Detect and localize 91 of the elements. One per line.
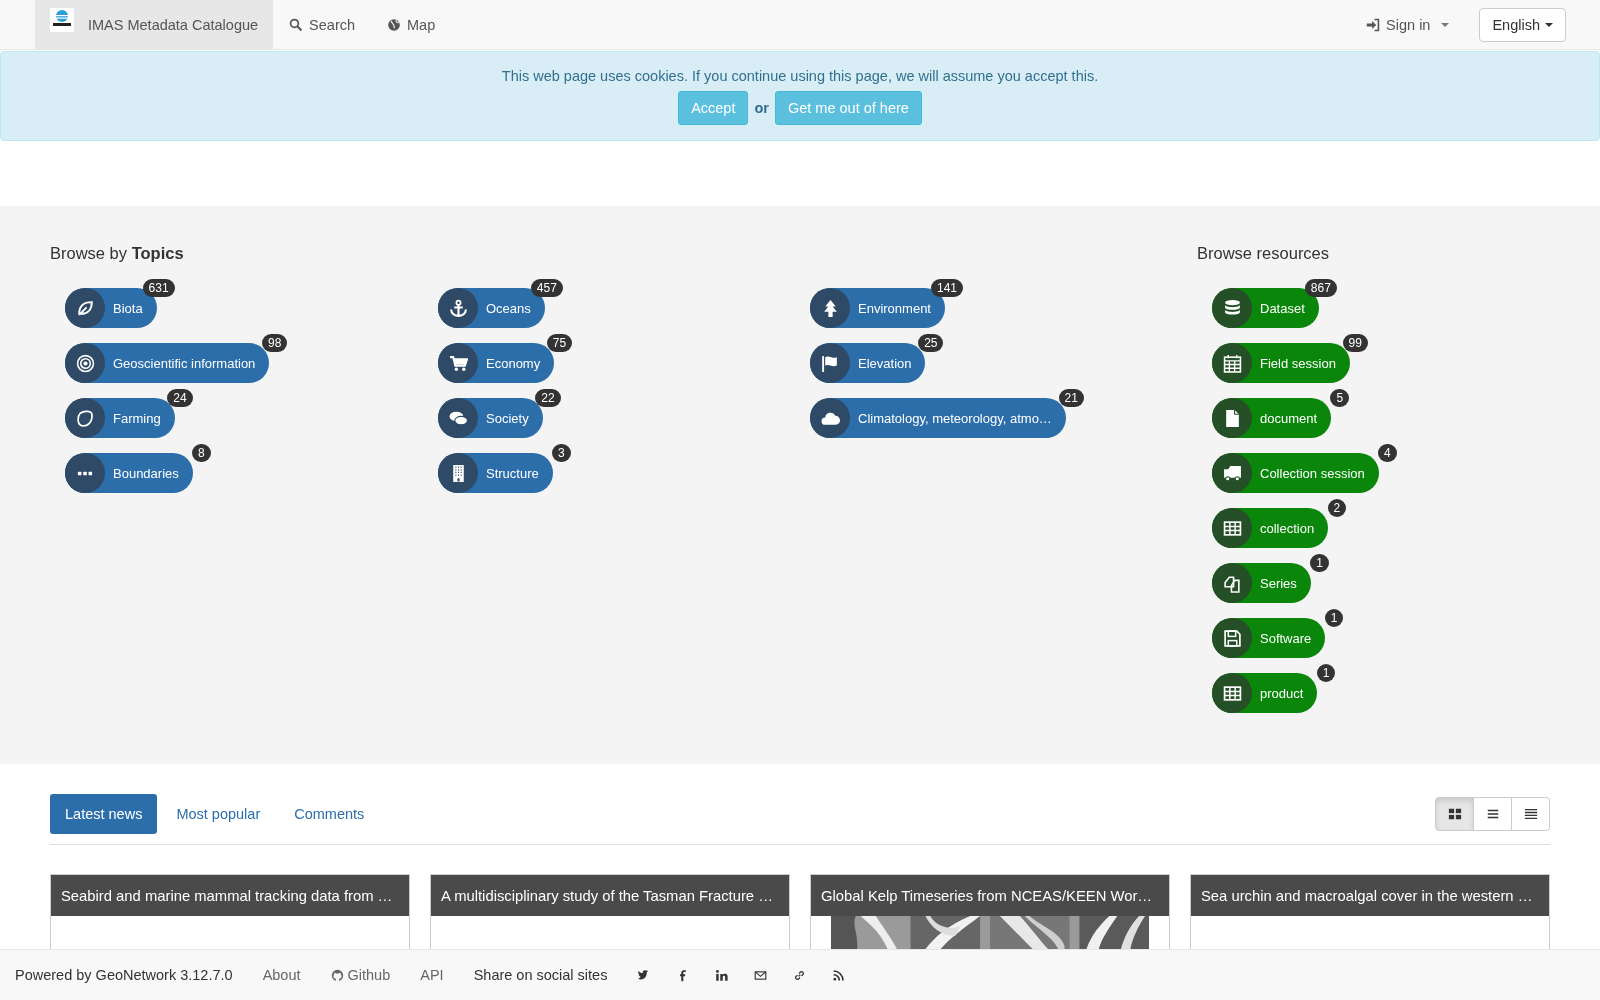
- search-icon: [289, 17, 304, 32]
- count-badge: 631: [142, 279, 175, 297]
- caret-icon: [1441, 22, 1450, 27]
- count-badge: 1: [1310, 554, 1329, 572]
- topic-button[interactable]: Climatology, meteorology, atmo…: [810, 398, 1066, 438]
- link-icon: [793, 968, 807, 982]
- card-title[interactable]: Seabird and marine mammal tracking data from …: [51, 875, 409, 916]
- resource-button[interactable]: Series: [1212, 563, 1311, 603]
- topic-button[interactable]: Elevation: [810, 343, 926, 383]
- nav-link[interactable]: Map: [371, 0, 452, 50]
- count-badge: 867: [1304, 279, 1337, 297]
- count-badge: 75: [546, 334, 573, 352]
- topic-button[interactable]: Geoscientific information: [65, 343, 270, 383]
- globe-icon: [387, 17, 402, 32]
- copy-icon: [1222, 573, 1242, 593]
- leaf-icon: [75, 298, 95, 318]
- count-badge: 2: [1327, 499, 1347, 517]
- table-icon: [1222, 683, 1242, 703]
- resource-button[interactable]: Field session: [1212, 343, 1350, 383]
- rss-icon: [832, 968, 846, 982]
- share-label: Share on social sites: [473, 967, 608, 983]
- count-badge: 457: [530, 279, 563, 297]
- nav-link[interactable]: Search: [273, 0, 372, 50]
- resource-button[interactable]: collection: [1212, 508, 1329, 548]
- count-badge: 24: [167, 389, 193, 407]
- resource-button[interactable]: product: [1212, 673, 1318, 713]
- compact-list-icon: [1523, 807, 1538, 821]
- flag-icon: [820, 353, 840, 373]
- brand-link[interactable]: IMAS Metadata Catalogue: [35, 0, 274, 50]
- database-icon: [1222, 298, 1242, 318]
- cookie-message: This web page uses cookies. If you continue using this page, we will assume you accept this.: [501, 68, 1099, 84]
- ellipsis-icon: [77, 470, 93, 476]
- view-toggle-button[interactable]: [1511, 797, 1550, 831]
- resource-button[interactable]: Collection session: [1212, 453, 1379, 493]
- language-dropdown[interactable]: English: [1479, 7, 1566, 42]
- lemon-icon: [75, 408, 95, 428]
- count-badge: 21: [1058, 389, 1084, 407]
- linkedin-icon: [715, 968, 729, 982]
- cart-icon: [448, 353, 468, 373]
- rss-link[interactable]: [832, 968, 846, 982]
- count-badge: 3: [552, 444, 571, 462]
- count-badge: 141: [930, 279, 963, 297]
- link-link[interactable]: [793, 968, 807, 982]
- truck-icon: [1222, 463, 1242, 483]
- card-title[interactable]: A multidisciplinary study of the Tasman Fracture …: [431, 875, 789, 916]
- section-title: Browse by Topics: [50, 244, 185, 263]
- resource-button[interactable]: Software: [1212, 618, 1326, 658]
- card-title[interactable]: Sea urchin and macroalgal cover in the western …: [1191, 875, 1549, 916]
- resource-button[interactable]: document: [1212, 398, 1332, 438]
- tab[interactable]: Most popular: [161, 794, 276, 834]
- tab[interactable]: Comments: [279, 794, 380, 834]
- card-title[interactable]: Global Kelp Timeseries from NCEAS/KEEN Wor…: [811, 875, 1169, 916]
- caret-icon: [1545, 22, 1553, 27]
- count-badge: 25: [918, 334, 944, 352]
- or-label: or: [754, 100, 769, 116]
- grid-view-icon: [1447, 807, 1462, 821]
- count-badge: 22: [535, 389, 561, 407]
- footer-link[interactable]: API: [420, 967, 444, 983]
- topic-button[interactable]: Farming: [65, 398, 175, 438]
- powered-by-text: Powered by GeoNetwork 3.12.7.0: [15, 967, 233, 983]
- topic-button[interactable]: Boundaries: [65, 453, 193, 493]
- table-icon: [1222, 518, 1242, 538]
- envelope-link[interactable]: [754, 968, 768, 982]
- sign-in-link[interactable]: Sign in: [1350, 0, 1466, 50]
- twitter-bird-link[interactable]: [637, 968, 651, 982]
- list-view-icon: [1485, 807, 1500, 821]
- footer-link[interactable]: Github: [330, 967, 391, 983]
- sign-in-icon: [1366, 17, 1381, 32]
- count-badge: 1: [1316, 664, 1336, 682]
- topic-button[interactable]: Structure: [438, 453, 553, 493]
- twitter-bird-icon: [637, 968, 651, 982]
- linkedin-link[interactable]: [715, 968, 729, 982]
- count-badge: 4: [1378, 444, 1397, 462]
- github-icon: [330, 968, 344, 982]
- count-badge: 8: [192, 444, 211, 462]
- count-badge: 99: [1342, 334, 1368, 352]
- topic-button[interactable]: Economy: [438, 343, 555, 383]
- footer-link[interactable]: About: [262, 967, 301, 983]
- count-badge: 5: [1330, 389, 1350, 407]
- section-title: Browse resources: [1197, 244, 1331, 263]
- topic-button[interactable]: Society: [438, 398, 543, 438]
- anchor-icon: [448, 298, 468, 318]
- envelope-icon: [754, 968, 768, 982]
- count-badge: 1: [1324, 609, 1344, 627]
- tab[interactable]: Latest news: [50, 794, 158, 834]
- logo-icon: [50, 7, 74, 32]
- calendar-icon: [1222, 353, 1242, 373]
- view-toggle-button[interactable]: [1435, 797, 1474, 831]
- target-icon: [75, 353, 95, 373]
- view-toggle-button[interactable]: [1473, 797, 1512, 831]
- count-badge: 98: [262, 334, 288, 352]
